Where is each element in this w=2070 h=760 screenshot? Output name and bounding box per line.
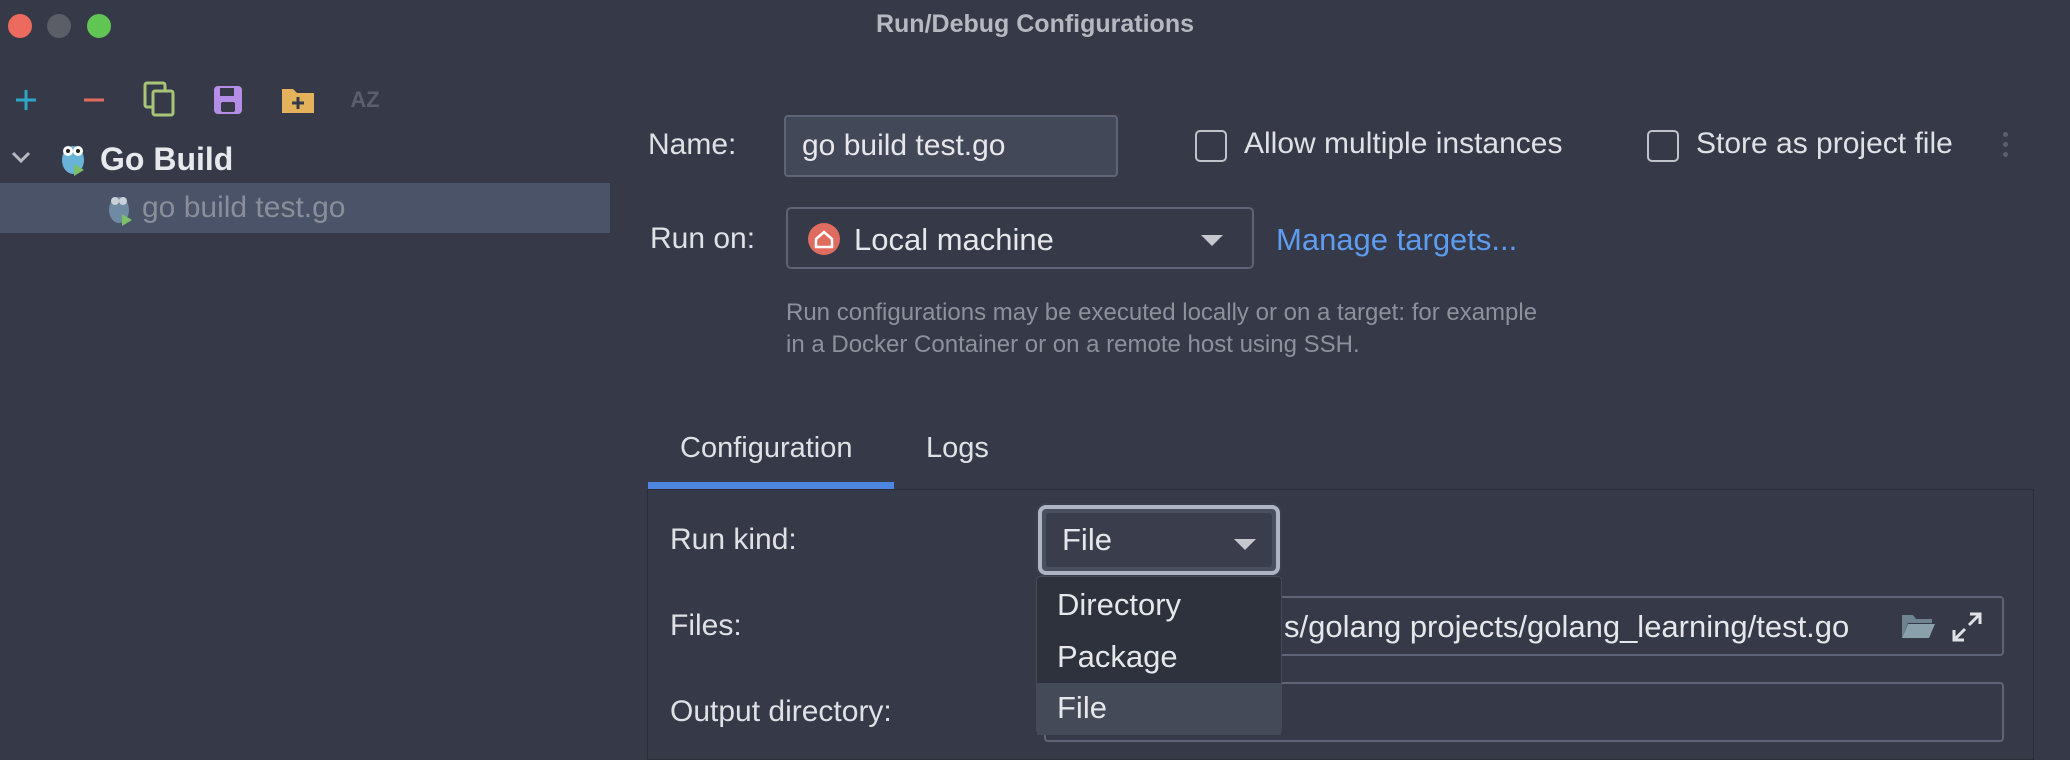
chevron-down-icon [1234, 539, 1256, 550]
chevron-down-icon[interactable] [10, 146, 32, 168]
run-kind-dropdown: Directory Package File [1036, 576, 1282, 735]
new-folder-icon [282, 89, 314, 113]
run-on-hint-line-1: Run configurations may be executed local… [786, 299, 1538, 326]
run-kind-select-inner: File [1046, 513, 1272, 567]
copy-configuration-button[interactable] [140, 78, 180, 122]
files-label: Files: [670, 609, 742, 642]
chevron-down-icon [1201, 235, 1223, 246]
name-label: Name: [648, 128, 737, 161]
tree-group-label: Go Build [100, 140, 234, 177]
run-on-hint-line-2: in a Docker Container or on a remote hos… [786, 331, 1360, 358]
copy-icon [143, 81, 175, 117]
run-on-select[interactable]: Local machine [786, 207, 1254, 269]
manage-targets-link[interactable]: Manage targets... [1276, 222, 1517, 258]
run-on-value: Local machine [854, 222, 1054, 257]
add-icon [16, 90, 36, 110]
expand-icon[interactable] [1950, 610, 1984, 644]
save-configuration-button[interactable] [208, 78, 248, 122]
sort-configurations-button[interactable]: AZ [345, 78, 385, 122]
name-input[interactable]: go build test.go [784, 115, 1118, 177]
files-value: s/golang projects/golang_learning/test.g… [1284, 609, 1850, 644]
output-directory-label: Output directory: [670, 695, 892, 728]
tree-toolbar: AZ [0, 78, 610, 126]
active-tab-indicator [648, 482, 894, 489]
store-as-project-file-checkbox[interactable] [1647, 130, 1679, 162]
run-kind-value: File [1062, 522, 1112, 557]
sort-az-icon: AZ [350, 87, 380, 112]
move-into-folder-button[interactable] [278, 78, 318, 122]
gopher-icon [62, 146, 84, 176]
browse-folder-icon[interactable] [1900, 612, 1936, 640]
run-kind-option-file[interactable]: File [1037, 683, 1281, 735]
save-icon [214, 86, 242, 114]
run-kind-option-directory[interactable]: Directory [1037, 580, 1281, 632]
remove-configuration-button[interactable] [74, 78, 114, 122]
run-kind-select[interactable]: File [1038, 505, 1280, 575]
tree-item-label: go build test.go [142, 191, 346, 224]
more-options-icon[interactable] [2003, 132, 2009, 162]
tab-configuration[interactable]: Configuration [680, 432, 853, 465]
add-configuration-button[interactable] [6, 78, 46, 122]
window-title: Run/Debug Configurations [875, 10, 1195, 38]
home-icon [808, 223, 840, 255]
tree-item-go-build-test[interactable]: go build test.go [0, 183, 610, 233]
title-bar: Run/Debug Configurations [0, 0, 2070, 52]
tree-group-go-build[interactable]: Go Build [0, 134, 610, 184]
run-kind-option-package[interactable]: Package [1037, 632, 1281, 684]
remove-icon [84, 98, 104, 102]
allow-multiple-instances-label[interactable]: Allow multiple instances [1244, 127, 1562, 161]
allow-multiple-instances-checkbox[interactable] [1195, 130, 1227, 162]
gopher-icon [109, 197, 132, 226]
run-on-label: Run on: [650, 222, 756, 255]
run-kind-label: Run kind: [670, 523, 797, 556]
tab-logs[interactable]: Logs [926, 432, 989, 465]
configurations-tree-panel: AZ Go Build go build test.go [0, 52, 610, 760]
store-as-project-file-label[interactable]: Store as project file [1696, 127, 1953, 161]
